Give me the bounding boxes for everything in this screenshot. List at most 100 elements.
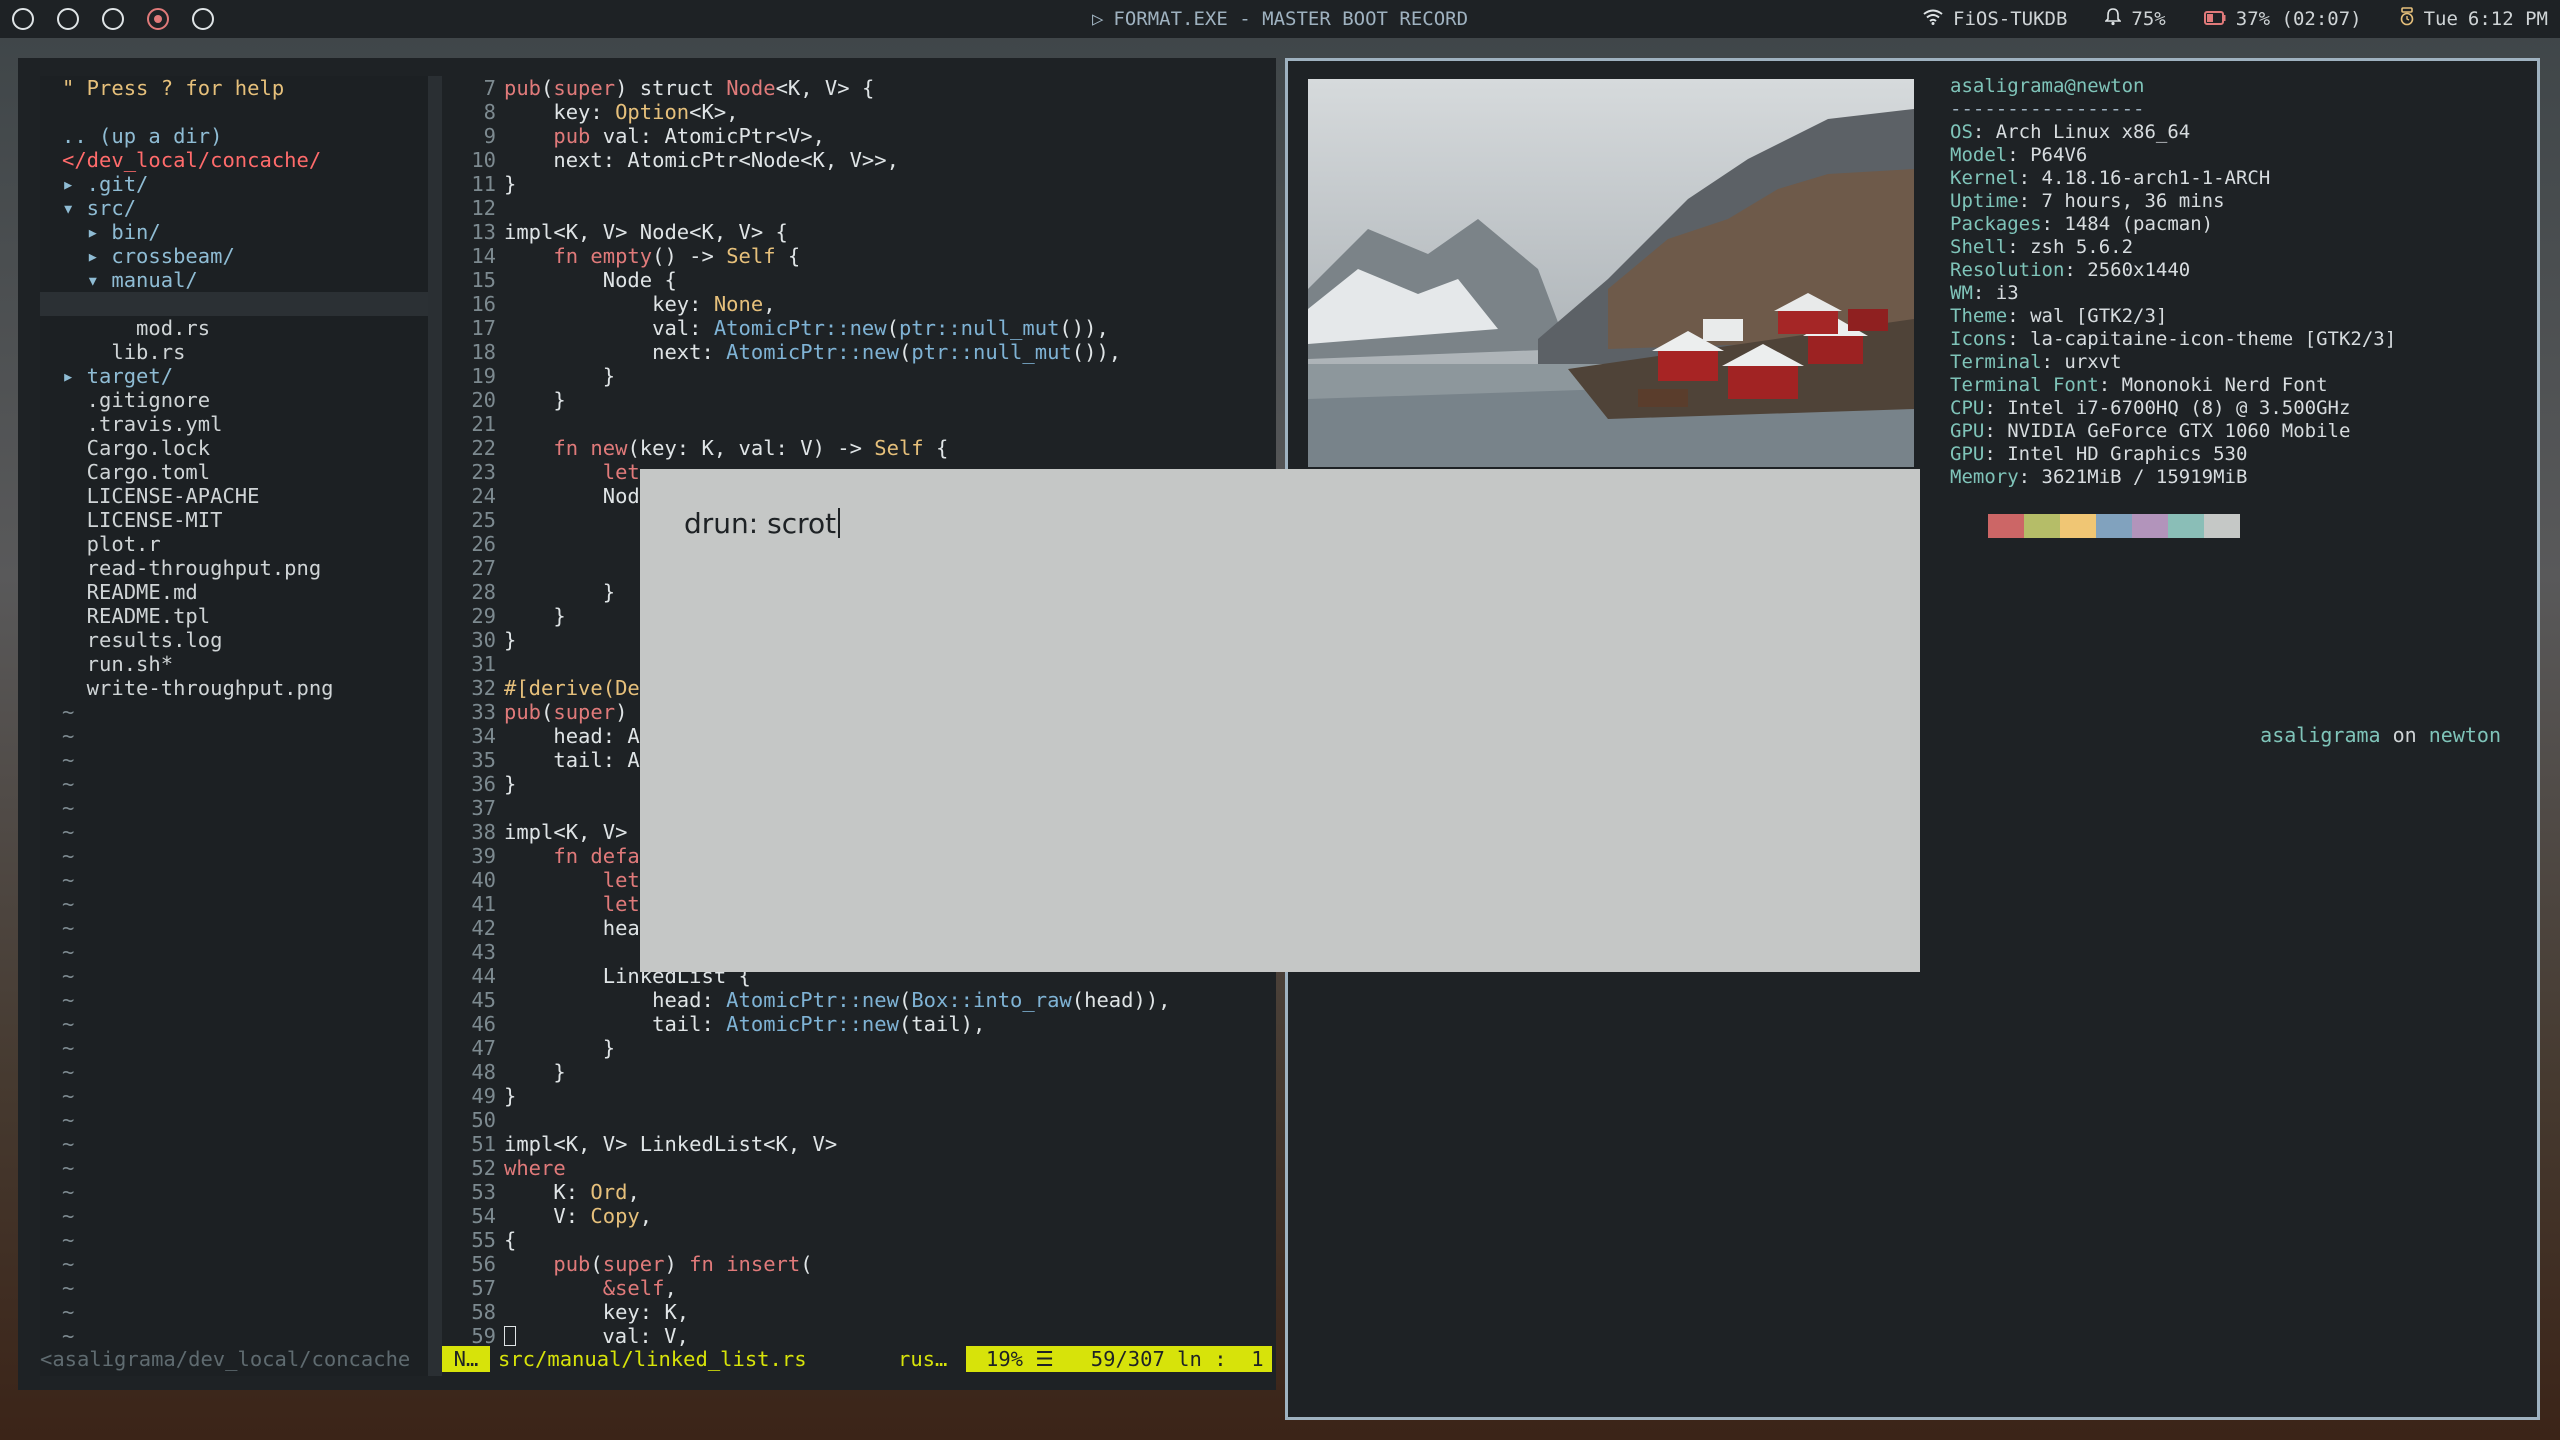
empty-line-marker: ~ <box>62 988 75 1012</box>
neofetch-field: Kernel: 4.18.16-arch1-1-ARCH <box>1950 167 2271 189</box>
time-label[interactable]: 6:12 PM <box>2468 8 2548 30</box>
palette-swatch <box>2060 514 2096 538</box>
code-line[interactable]: 13 impl<K, V> Node<K, V> { <box>442 220 1258 244</box>
code-line[interactable]: 12 <box>442 196 1258 220</box>
tree-item[interactable]: run.sh* <box>40 652 428 676</box>
neofetch-field: Model: P64V6 <box>1950 144 2088 166</box>
code-line[interactable]: 45 head: AtomicPtr::new(Box::into_raw(he… <box>442 988 1258 1012</box>
empty-line-marker: ~ <box>62 1204 75 1228</box>
rofi-input-line[interactable]: drun: scrot <box>684 507 841 540</box>
tree-item[interactable]: ▸ target/ <box>40 364 428 388</box>
code-line[interactable]: 11} <box>442 172 1258 196</box>
tree-help-line: " Press ? for help <box>62 76 285 100</box>
code-line[interactable]: 54 V: Copy, <box>442 1204 1258 1228</box>
neofetch-field: Packages: 1484 (pacman) <box>1950 213 2214 235</box>
battery-label[interactable]: 37% (02:07) <box>2236 8 2362 30</box>
field-key: Terminal <box>1950 351 2042 373</box>
code-text: impl<K, V> LinkedList<K, V> <box>504 1132 838 1156</box>
code-text: } <box>504 628 517 652</box>
wifi-label[interactable]: FiOS-TUKDB <box>1953 8 2067 30</box>
code-line[interactable]: 53 K: Ord, <box>442 1180 1258 1204</box>
code-line[interactable]: 16 key: None, <box>442 292 1258 316</box>
tree-item[interactable]: Cargo.lock <box>40 436 428 460</box>
empty-line-marker: ~ <box>62 1060 75 1084</box>
code-text: let <box>602 892 640 916</box>
code-line[interactable]: 55 { <box>442 1228 1258 1252</box>
empty-line-marker: ~ <box>62 1036 75 1060</box>
tree-item[interactable]: results.log <box>40 628 428 652</box>
tree-item[interactable]: ▸ .git/ <box>40 172 428 196</box>
line-number: 36 <box>471 772 496 796</box>
split-divider[interactable] <box>428 76 442 1376</box>
code-line[interactable]: 57 &self, <box>442 1276 1258 1300</box>
tree-item[interactable]: ▾ manual/ <box>40 268 428 292</box>
tree-item[interactable]: .travis.yml <box>40 412 428 436</box>
tree-item[interactable]: ▸ crossbeam/ <box>40 244 428 268</box>
code-line[interactable]: 59 val: V, <box>442 1324 1258 1348</box>
nerdtree-panel[interactable]: " Press ? for help .. (up a dir) </dev_lo… <box>40 76 428 1376</box>
volume-label[interactable]: 75% <box>2131 8 2165 30</box>
code-line[interactable]: 14 fn empty() -> Self { <box>442 244 1258 268</box>
code-line[interactable]: 51 impl<K, V> LinkedList<K, V> <box>442 1132 1258 1156</box>
tree-item[interactable]: .gitignore <box>40 388 428 412</box>
tree-item[interactable]: LICENSE-MIT <box>40 508 428 532</box>
field-value: 3621MiB / 15919MiB <box>2041 466 2248 488</box>
tree-item[interactable]: ▸ bin/ <box>40 220 428 244</box>
code-line[interactable]: 8 key: Option<K>, <box>442 100 1258 124</box>
code-line[interactable]: 20 } <box>442 388 1258 412</box>
code-text: } <box>504 580 616 604</box>
code-line[interactable]: 21 <box>442 412 1258 436</box>
tree-item[interactable]: ▾ src/ <box>40 196 428 220</box>
line-number: 23 <box>471 460 496 484</box>
code-text: } <box>504 1036 616 1060</box>
empty-line-marker: ~ <box>62 1276 75 1300</box>
code-line[interactable]: 50 <box>442 1108 1258 1132</box>
rofi-prompt: drun: <box>684 507 759 540</box>
field-key: Packages <box>1950 213 2042 235</box>
tree-item[interactable]: Cargo.toml <box>40 460 428 484</box>
code-text: impl<K, V> Node<K, V> { <box>504 220 788 244</box>
line-number: 26 <box>471 532 496 556</box>
tree-item[interactable]: .. (up a dir) <box>40 124 428 148</box>
code-line[interactable]: 22 fn new(key: K, val: V) -> Self { <box>442 436 1258 460</box>
code-line[interactable]: 10 next: AtomicPtr<Node<K, V>>, <box>442 148 1258 172</box>
code-text: } <box>504 388 566 412</box>
code-line[interactable]: 56 pub(super) fn insert( <box>442 1252 1258 1276</box>
code-line[interactable]: 18 next: AtomicPtr::new(ptr::null_mut())… <box>442 340 1258 364</box>
code-line[interactable]: 47 } <box>442 1036 1258 1060</box>
code-text: } <box>504 1084 517 1108</box>
tree-item[interactable]: </dev_local/concache/ <box>40 148 428 172</box>
code-text: where <box>504 1156 566 1180</box>
line-number: 22 <box>471 436 496 460</box>
code-line[interactable]: 58 key: K, <box>442 1300 1258 1324</box>
code-line[interactable]: 49} <box>442 1084 1258 1108</box>
tree-item[interactable]: LICENSE-APACHE <box>40 484 428 508</box>
code-text: head: At <box>504 724 653 748</box>
line-number: 52 <box>471 1156 496 1180</box>
empty-line-marker: ~ <box>62 940 75 964</box>
rofi-input[interactable]: scrot <box>767 507 836 540</box>
code-line[interactable]: 7 pub(super) struct Node<K, V> { <box>442 76 1258 100</box>
tree-item[interactable]: mod.rs <box>40 316 428 340</box>
tree-item[interactable]: write-throughput.png <box>40 676 428 700</box>
tree-item[interactable]: read-throughput.png <box>40 556 428 580</box>
code-line[interactable]: 48 } <box>442 1060 1258 1084</box>
line-number: 8 <box>483 100 496 124</box>
code-line[interactable]: 17 val: AtomicPtr::new(ptr::null_mut()), <box>442 316 1258 340</box>
tree-item[interactable]: README.tpl <box>40 604 428 628</box>
field-key: Uptime <box>1950 190 2019 212</box>
code-line[interactable]: 52 where <box>442 1156 1258 1180</box>
line-number: 42 <box>471 916 496 940</box>
rofi-launcher[interactable]: drun: scrot <box>640 469 1920 972</box>
code-line[interactable]: 15 Node { <box>442 268 1258 292</box>
code-line[interactable]: 19 } <box>442 364 1258 388</box>
code-line[interactable]: 46 tail: AtomicPtr::new(tail), <box>442 1012 1258 1036</box>
code-line[interactable]: 9 pub val: AtomicPtr<V>, <box>442 124 1258 148</box>
line-number: 35 <box>471 748 496 772</box>
field-key: WM <box>1950 282 1973 304</box>
tree-item[interactable]: README.md <box>40 580 428 604</box>
tree-item[interactable]: lib.rs <box>40 340 428 364</box>
tree-item[interactable]: plot.r <box>40 532 428 556</box>
empty-line-marker: ~ <box>62 796 75 820</box>
empty-line-marker: ~ <box>62 964 75 988</box>
